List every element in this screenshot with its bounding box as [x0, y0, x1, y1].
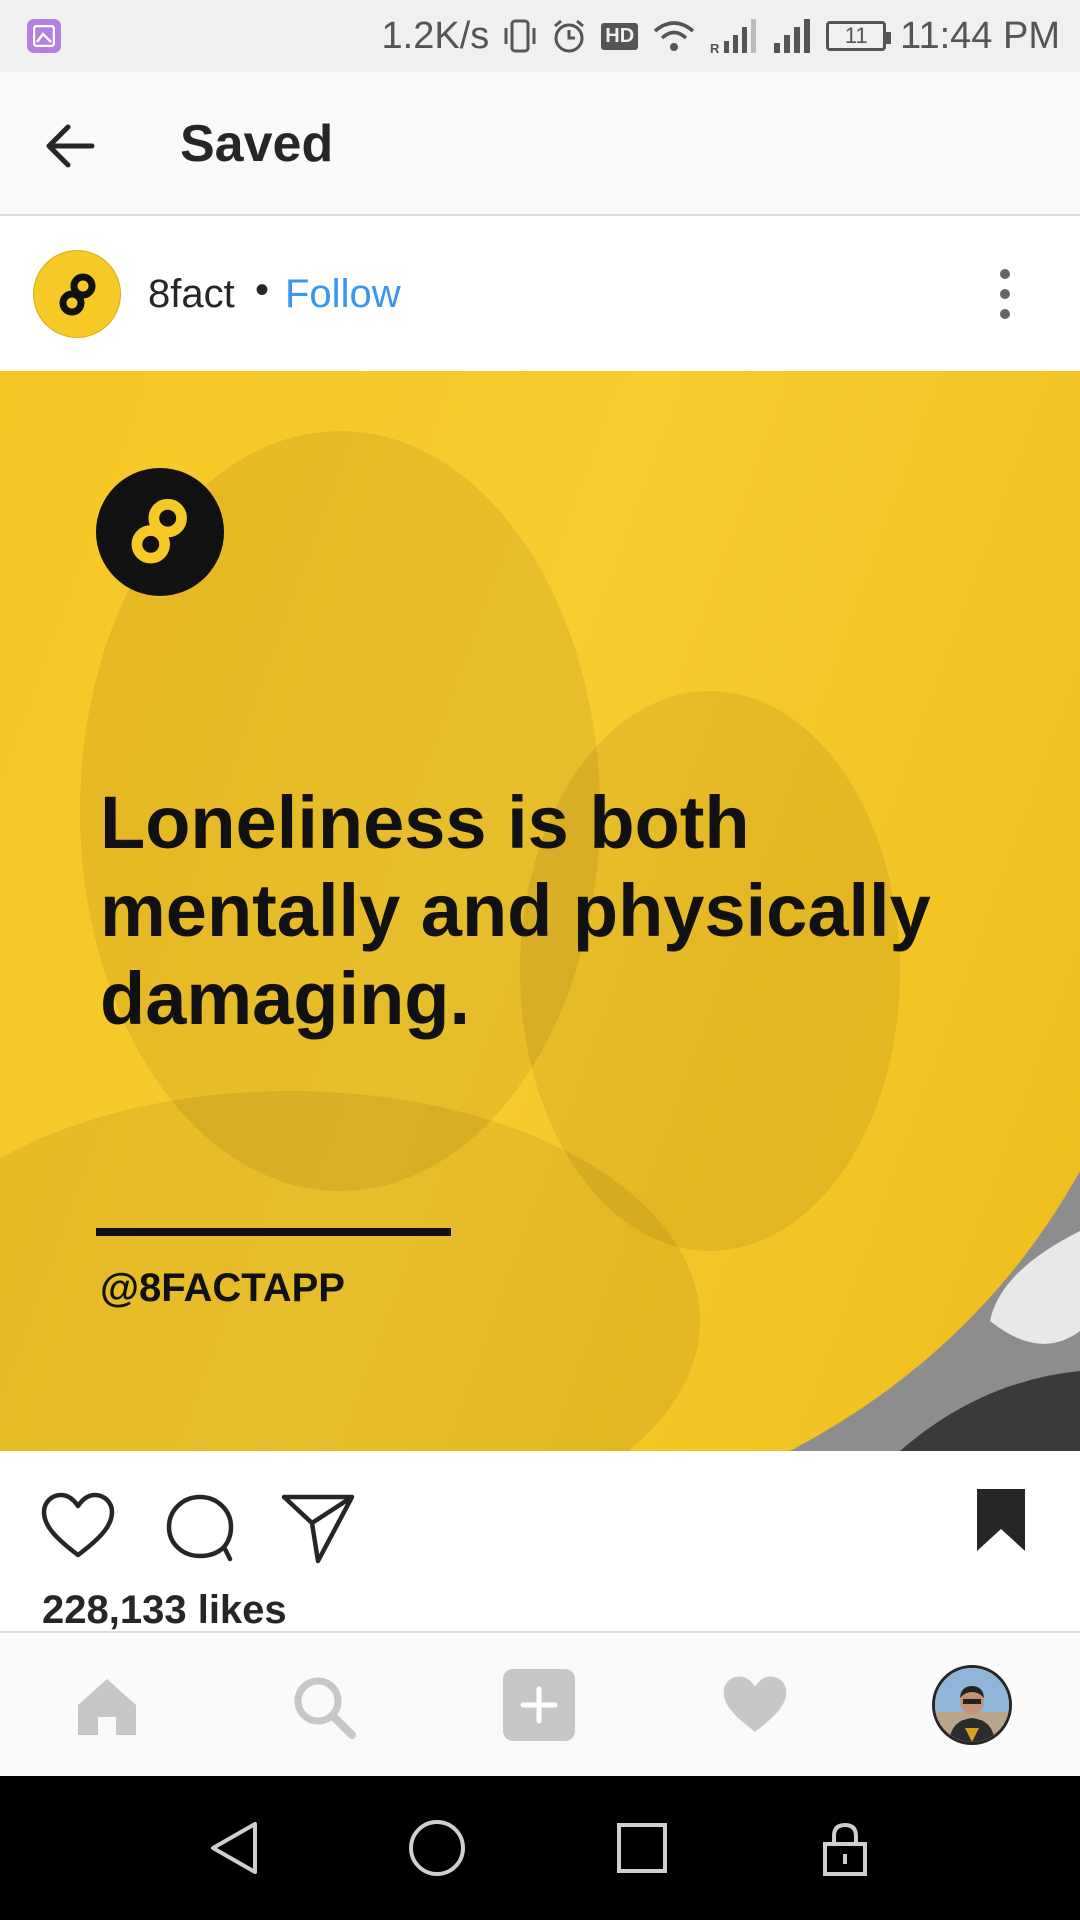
nav-add-button[interactable]	[503, 1669, 575, 1741]
status-indicators: 1.2K/s HD R 11 11:44 PM	[382, 0, 1060, 72]
account-avatar[interactable]	[33, 250, 121, 338]
separator-dot: •	[255, 268, 270, 312]
nav-search-button[interactable]	[288, 1671, 358, 1741]
post-actions: 228,133 likes	[0, 1451, 1080, 1633]
clock: 11:44 PM	[900, 14, 1060, 57]
8fact-logo-icon	[131, 498, 187, 564]
system-navigation-bar	[0, 1776, 1080, 1920]
plus-icon	[520, 1686, 558, 1724]
status-bar: 1.2K/s HD R 11 11:44 PM	[0, 0, 1080, 72]
back-triangle-icon	[211, 1822, 257, 1874]
post-header: 8fact • Follow	[0, 216, 1080, 371]
more-options-button[interactable]	[990, 266, 1020, 322]
save-button[interactable]	[975, 1487, 1027, 1553]
battery-level: 11	[844, 23, 868, 48]
lock-icon	[823, 1822, 867, 1876]
search-icon	[294, 1677, 356, 1739]
page-title: Saved	[180, 115, 334, 173]
post-image[interactable]: Loneliness is both mentally and physical…	[0, 371, 1080, 1451]
share-button[interactable]	[280, 1489, 356, 1565]
arrow-left-icon	[46, 124, 95, 168]
like-button[interactable]	[40, 1489, 116, 1565]
recents-square-icon	[617, 1823, 667, 1873]
likes-count[interactable]: 228,133 likes	[42, 1588, 287, 1633]
profile-avatar	[935, 1668, 1009, 1742]
post-quote-text: Loneliness is both mentally and physical…	[100, 781, 931, 1040]
bottom-navigation	[0, 1631, 1080, 1776]
alarm-icon	[554, 19, 585, 53]
vibrate-icon	[504, 19, 536, 53]
system-home-button[interactable]	[407, 1818, 467, 1878]
more-vertical-icon	[1000, 269, 1010, 319]
home-icon	[78, 1679, 136, 1735]
heart-outline-icon	[41, 1492, 115, 1558]
send-icon	[281, 1494, 355, 1564]
bookmark-filled-icon	[977, 1489, 1025, 1551]
network-speed: 1.2K/s	[381, 14, 490, 57]
post-brand-logo	[96, 468, 224, 596]
wifi-icon	[654, 21, 695, 51]
nav-profile-button[interactable]	[932, 1665, 1012, 1745]
comment-icon	[166, 1494, 234, 1562]
nav-home-button[interactable]	[72, 1671, 142, 1741]
8fact-logo-icon	[59, 273, 96, 316]
heart-filled-icon	[723, 1676, 787, 1732]
post-username[interactable]: 8fact	[148, 272, 235, 317]
signal-icon	[774, 19, 811, 53]
system-back-button[interactable]	[205, 1818, 265, 1878]
app-header: Saved	[0, 72, 1080, 216]
svg-text:R: R	[710, 41, 720, 55]
nav-activity-button[interactable]	[720, 1671, 790, 1741]
follow-button[interactable]: Follow	[285, 272, 401, 317]
post-handle-text: @8FACTAPP	[100, 1266, 345, 1310]
home-circle-icon	[409, 1820, 465, 1876]
divider-line	[96, 1228, 451, 1236]
comment-button[interactable]	[162, 1489, 238, 1565]
roaming-signal-icon: R	[710, 19, 757, 55]
system-recents-button[interactable]	[612, 1818, 672, 1878]
system-lock-button[interactable]	[815, 1818, 875, 1878]
battery-icon: 11	[826, 21, 892, 51]
back-button[interactable]	[40, 116, 100, 176]
hd-badge: HD	[601, 22, 639, 50]
gallery-notification-icon	[27, 19, 61, 53]
